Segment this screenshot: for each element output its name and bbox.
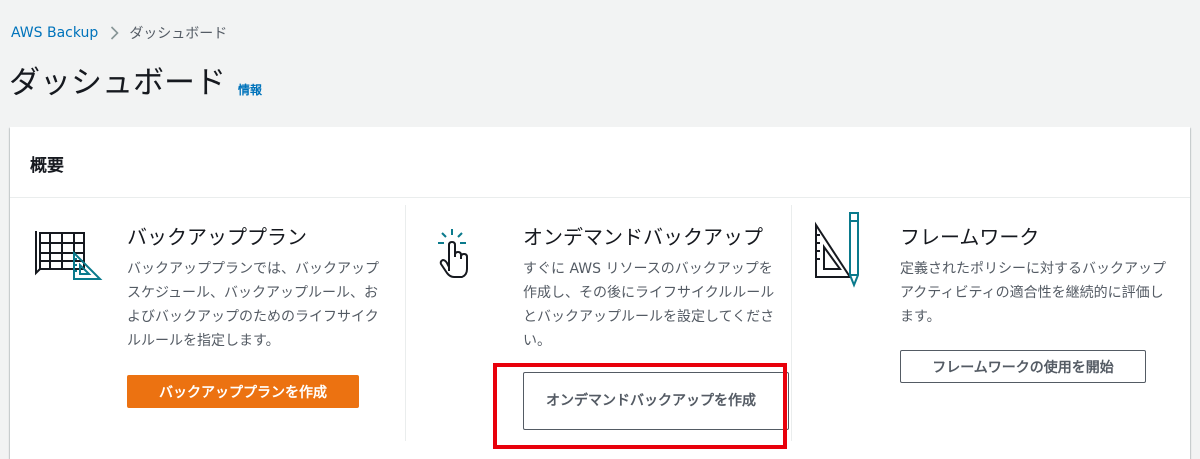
breadcrumb: AWS Backup ダッシュボード	[11, 23, 227, 43]
overview-header: 概要	[10, 127, 1190, 198]
highlight-annotation	[493, 363, 787, 449]
on-demand-backup-description: すぐに AWS リソースのバックアップを作成し、その後にライフサイクルルールとバ…	[523, 261, 775, 349]
breadcrumb-current: ダッシュボード	[129, 26, 228, 42]
get-started-framework-button[interactable]: フレームワークの使用を開始	[900, 350, 1146, 383]
framework-section: フレームワーク 定義されたポリシーに対するバックアップアクティビティの適合性を継…	[791, 205, 1190, 441]
on-demand-backup-title: オンデマンドバックアップ	[523, 225, 763, 249]
info-link[interactable]: 情報	[238, 81, 262, 98]
framework-description: 定義されたポリシーに対するバックアップアクティビティの適合性を継続的に評価します…	[900, 261, 1166, 325]
backup-plan-section: バックアッププラン バックアッププランでは、バックアップスケジュール、バックアッ…	[10, 205, 405, 441]
create-backup-plan-button[interactable]: バックアッププランを作成	[127, 375, 359, 408]
page-title: ダッシュボード	[9, 65, 226, 101]
hand-pointer-icon	[434, 227, 474, 287]
blueprint-ruler-icon	[34, 227, 106, 287]
triangle-ruler-pencil-icon	[812, 211, 872, 299]
backup-plan-title: バックアッププラン	[127, 225, 307, 249]
overview-title: 概要	[30, 156, 64, 176]
chevron-right-icon	[110, 26, 119, 40]
backup-plan-description: バックアッププランでは、バックアップスケジュール、バックアップルール、およびバッ…	[127, 261, 379, 349]
page-header: ダッシュボード 情報	[9, 63, 262, 103]
framework-title: フレームワーク	[900, 225, 1040, 249]
breadcrumb-aws-backup-link[interactable]: AWS Backup	[11, 25, 98, 41]
